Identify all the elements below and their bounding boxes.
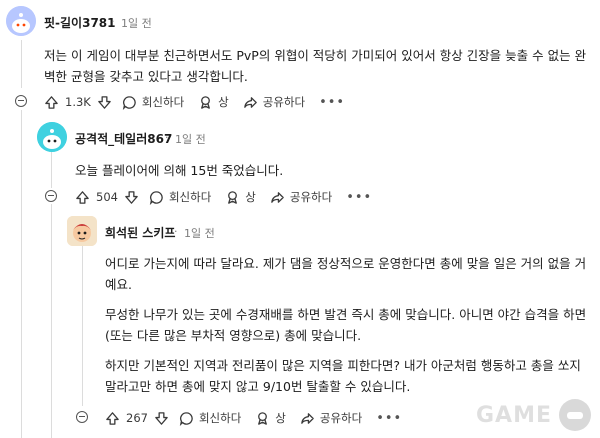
thread-line-3 xyxy=(82,246,83,406)
reply-label: 회신하다 xyxy=(168,190,212,204)
thread-line-1b xyxy=(21,110,22,438)
reply-label: 회신하다 xyxy=(141,95,185,109)
comment-author[interactable]: 핏-길이3781 xyxy=(44,14,116,31)
share-button[interactable]: 공유하다 xyxy=(243,94,305,110)
vote-count: 267 xyxy=(126,411,148,425)
comment-actions: 267 회신하다 상 공유하다 ••• xyxy=(105,408,416,428)
reply-label: 회신하다 xyxy=(198,411,242,425)
award-label: 상 xyxy=(218,95,229,109)
comment-bubble-icon xyxy=(149,190,164,205)
award-label: 상 xyxy=(275,411,286,425)
share-icon xyxy=(300,411,315,426)
game-controller-icon xyxy=(559,399,591,431)
reply-button[interactable]: 회신하다 xyxy=(179,410,241,426)
share-button[interactable]: 공유하다 xyxy=(270,189,332,205)
separator: · xyxy=(165,131,169,144)
reply-button[interactable]: 회신하다 xyxy=(149,189,211,205)
downvote-icon[interactable] xyxy=(97,95,112,110)
avatar[interactable] xyxy=(37,122,67,152)
separator: · xyxy=(111,15,115,28)
more-options-button[interactable]: ••• xyxy=(346,190,372,205)
thread-line-2b xyxy=(51,204,52,438)
more-options-button[interactable]: ••• xyxy=(376,411,402,426)
upvote-icon[interactable] xyxy=(105,411,120,426)
comment-paragraph: 무성한 나무가 있는 곳에 수경재배를 하면 발견 즉시 총에 맞습니다. 아니… xyxy=(105,307,587,343)
share-icon xyxy=(270,190,285,205)
avatar[interactable] xyxy=(67,216,97,246)
vote-count: 504 xyxy=(96,190,118,204)
character-avatar-icon xyxy=(67,216,97,246)
collapse-thread-button[interactable] xyxy=(15,95,27,107)
vote-controls: 504 xyxy=(75,190,139,205)
snoo-avatar-icon xyxy=(37,122,67,152)
watermark-logo: GAME xyxy=(476,398,592,432)
downvote-icon[interactable] xyxy=(154,411,169,426)
comment-time[interactable]: 1일 전 xyxy=(184,225,215,241)
award-icon xyxy=(255,411,270,426)
collapse-thread-button[interactable] xyxy=(45,190,57,202)
award-button[interactable]: 상 xyxy=(225,189,256,205)
award-button[interactable]: 상 xyxy=(198,94,229,110)
thread-line-2 xyxy=(51,152,52,188)
comment-body: 오늘 플레이어에 의해 15번 죽었습니다. xyxy=(75,163,284,178)
comment-author[interactable]: 공격적_테일러867 xyxy=(75,130,172,147)
share-label: 공유하다 xyxy=(289,190,333,204)
comment-bubble-icon xyxy=(179,411,194,426)
share-button[interactable]: 공유하다 xyxy=(300,410,362,426)
comment-actions: 1.3K 회신하다 상 공유하다 ••• xyxy=(44,92,359,112)
comment-author[interactable]: 희석된 스키프 xyxy=(105,224,175,241)
avatar[interactable] xyxy=(6,6,36,36)
vote-controls: 1.3K xyxy=(44,95,112,110)
more-options-button[interactable]: ••• xyxy=(319,95,345,110)
vote-count: 1.3K xyxy=(65,95,91,109)
comment-bubble-icon xyxy=(122,95,137,110)
share-label: 공유하다 xyxy=(319,411,363,425)
comment-time[interactable]: 1일 전 xyxy=(175,131,206,147)
share-label: 공유하다 xyxy=(262,95,306,109)
collapse-thread-button[interactable] xyxy=(76,411,88,423)
share-icon xyxy=(243,95,258,110)
vote-controls: 267 xyxy=(105,411,169,426)
downvote-icon[interactable] xyxy=(124,190,139,205)
comment-actions: 504 회신하다 상 공유하다 ••• xyxy=(75,187,386,207)
comment-body: 저는 이 게임이 대부분 친근하면서도 PvP의 위협이 적당히 가미되어 있어… xyxy=(44,48,587,84)
watermark-text: GAME xyxy=(475,402,552,428)
snoo-avatar-icon xyxy=(6,6,36,36)
award-icon xyxy=(198,95,213,110)
award-icon xyxy=(225,190,240,205)
award-label: 상 xyxy=(245,190,256,204)
comment-paragraph: 하지만 기본적인 지역과 전리품이 많은 지역을 피한다면? 내가 아군처럼 행… xyxy=(105,358,581,394)
award-button[interactable]: 상 xyxy=(255,410,286,426)
thread-line-1 xyxy=(21,40,22,88)
reply-button[interactable]: 회신하다 xyxy=(122,94,184,110)
comment-paragraph: 어디로 가는지에 따라 달라요. 제가 댐을 정상적으로 운영한다면 총에 맞을… xyxy=(105,256,587,292)
upvote-icon[interactable] xyxy=(75,190,90,205)
upvote-icon[interactable] xyxy=(44,95,59,110)
comment-time[interactable]: 1일 전 xyxy=(121,15,152,31)
separator: · xyxy=(174,225,178,238)
